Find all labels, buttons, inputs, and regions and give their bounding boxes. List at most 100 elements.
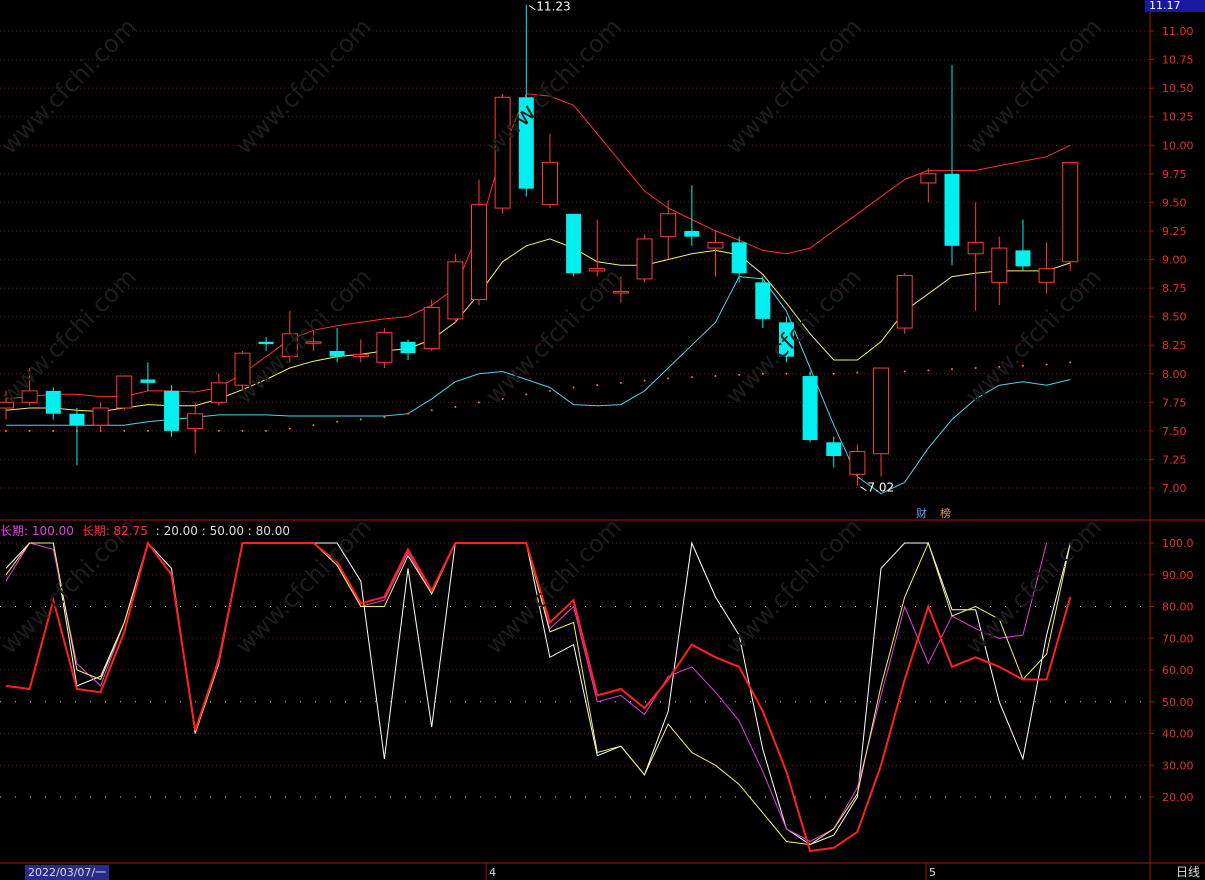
badge-cai[interactable]: 财 [914, 507, 929, 521]
sar-dot [1069, 361, 1072, 364]
candle-body [116, 375, 133, 409]
price-tick-label: 8.00 [1162, 368, 1187, 381]
sar-dot [430, 409, 433, 412]
candle-body [69, 413, 85, 426]
sar-dot [714, 375, 717, 378]
current-price-label: 11.17 [1145, 0, 1205, 12]
candle-body [352, 353, 369, 358]
sar-dot [785, 372, 788, 375]
sar-dot [1045, 363, 1048, 366]
candle-body [944, 173, 960, 246]
candle-body [400, 341, 416, 354]
date-axis-first-date: 2022/03/07/一 [25, 865, 110, 880]
candle-body [920, 173, 937, 184]
price-tick-label: 10.50 [1162, 82, 1194, 95]
badge-bang[interactable]: 榜 [938, 507, 953, 521]
indicator-tick-label: 30.00 [1162, 759, 1194, 772]
candle-body [873, 367, 890, 455]
indicator-short-label: 长期: 100.00 [0, 524, 74, 538]
sar-dot [619, 381, 622, 384]
sar-dot [690, 376, 693, 379]
axis-labels: 11.00 10.75 10.50 10.25 10.00 9.75 9.50 9.25 9.0… [489, 25, 1193, 879]
sar-dot [454, 405, 457, 408]
sar-dot [974, 367, 977, 370]
sar-dot [903, 370, 906, 373]
candle-body [541, 161, 558, 206]
candle-body [826, 442, 842, 457]
annotation-label: 7.02 [867, 481, 894, 495]
candle-body [423, 306, 440, 350]
sar-dot [336, 420, 339, 423]
price-tick-label: 10.75 [1162, 54, 1194, 67]
candle-body [967, 241, 984, 255]
candle-body [1015, 250, 1031, 267]
price-tick-label: 7.00 [1162, 482, 1187, 495]
indicator-long-label: 长期: 82.75 [81, 524, 148, 538]
oscillator-magenta-line [5, 541, 1048, 843]
candle-body [329, 350, 345, 357]
indicator-tick-label: 80.00 [1162, 601, 1194, 614]
indicator-tick-label: 100.0 [1162, 537, 1194, 550]
candle-body [896, 274, 913, 329]
period-label[interactable]: 日线 [1176, 865, 1200, 880]
candle-body [92, 407, 109, 426]
price-tick-label: 8.75 [1162, 282, 1187, 295]
candle-body [755, 282, 771, 319]
indicator-tick-label: 50.00 [1162, 696, 1194, 709]
candle-body [45, 390, 61, 414]
candle-body [258, 341, 274, 345]
sar-dot [288, 427, 291, 430]
sar-dot [548, 389, 551, 392]
candle-body [376, 332, 393, 363]
indicator-tick-label: 40.00 [1162, 728, 1194, 741]
price-tick-label: 9.00 [1162, 254, 1187, 267]
candle-body [636, 238, 653, 280]
grid-lines [0, 0, 1205, 880]
price-tick-label: 10.00 [1162, 139, 1194, 152]
chart-canvas: 11.00 10.75 10.50 10.25 10.00 9.75 9.50 9.25 9.0… [0, 0, 1205, 880]
candle-body [471, 204, 487, 300]
sar-dot [383, 416, 386, 419]
sar-dot [596, 384, 599, 387]
sar-dot [407, 412, 410, 415]
sar-dot [217, 429, 220, 432]
sar-dot [832, 372, 835, 375]
price-tick-label: 9.75 [1162, 168, 1187, 181]
price-tick-label: 8.50 [1162, 311, 1187, 324]
candle-body [991, 247, 1008, 283]
price-tick-label: 11.00 [1162, 25, 1194, 38]
annotation-label: 11.23 [536, 0, 570, 14]
candle-body [187, 413, 204, 430]
candle-body [140, 379, 156, 383]
sar-dot [478, 401, 480, 404]
sar-dot [241, 429, 244, 432]
candle-body [731, 242, 747, 274]
sar-dot [28, 429, 31, 432]
sar-dot [856, 371, 859, 374]
candle-body [707, 241, 724, 249]
month-label: 4 [489, 866, 496, 879]
candles [0, 4, 1079, 486]
price-tick-label: 10.25 [1162, 111, 1194, 124]
indicator-legend: 长期: 100.00 长期: 82.75 : 20.00 : 50.00 : 8… [0, 522, 290, 539]
candle-body [210, 382, 227, 403]
candle-body [1038, 268, 1055, 283]
indicator-tick-label: 70.00 [1162, 632, 1194, 645]
sar-dot [312, 424, 315, 427]
candle-body [447, 261, 464, 320]
candle-body [802, 376, 818, 441]
price-tick-label: 7.75 [1162, 396, 1187, 409]
price-tick-label: 9.25 [1162, 225, 1187, 238]
price-tick-label: 8.25 [1162, 339, 1187, 352]
indicator-tick-label: 20.00 [1162, 791, 1194, 804]
sar-dot [643, 379, 646, 382]
price-tick-label: 7.25 [1162, 453, 1187, 466]
sar-dot [951, 368, 953, 371]
candle-body [1062, 161, 1079, 263]
sar-dot [123, 429, 126, 432]
sar-dot [146, 429, 149, 432]
sar-dot [525, 393, 528, 396]
candle-body [849, 450, 866, 475]
sar-dot [572, 386, 575, 389]
month-label: 5 [929, 866, 936, 879]
